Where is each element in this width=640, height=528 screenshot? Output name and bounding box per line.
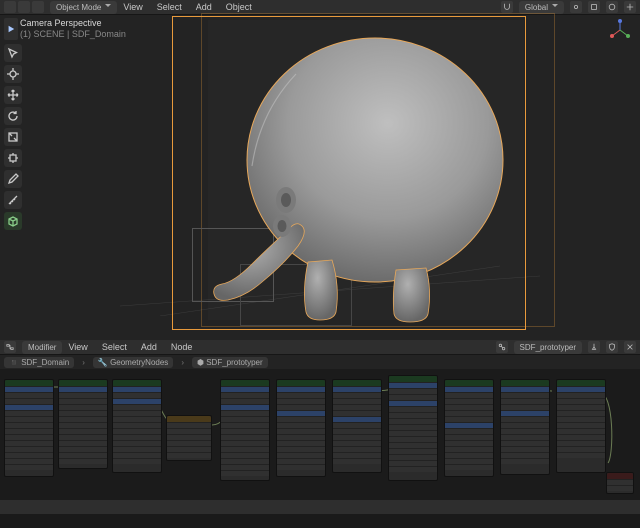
nmenu-add[interactable]: Add	[141, 342, 157, 352]
select-tool[interactable]	[4, 44, 22, 62]
mode-dropdown[interactable]: Object Mode	[50, 1, 117, 14]
nmenu-node[interactable]: Node	[171, 342, 193, 352]
menu-select[interactable]: Select	[157, 2, 182, 12]
nodes-icon[interactable]	[496, 341, 508, 353]
node[interactable]	[388, 375, 438, 481]
mesh-preview	[200, 30, 520, 340]
node[interactable]	[500, 379, 550, 475]
node[interactable]	[220, 379, 270, 481]
node-editor-header: Modifier View Select Add Node SDF_protot…	[0, 340, 640, 355]
tool-bar	[4, 44, 22, 230]
shield-icon[interactable]	[606, 341, 618, 353]
camera-perspective-label: Camera Perspective	[20, 18, 126, 29]
cursor-tool[interactable]	[4, 65, 22, 83]
modifier-mode-pill[interactable]: Modifier	[22, 341, 62, 354]
node[interactable]	[4, 379, 54, 477]
pivot-icon[interactable]	[570, 1, 582, 13]
node[interactable]	[276, 379, 326, 477]
snap-icon[interactable]	[588, 1, 600, 13]
nav-gizmo[interactable]	[608, 18, 632, 42]
node[interactable]	[332, 379, 382, 473]
orientation-label: Global	[525, 3, 548, 12]
rotate-tool[interactable]	[4, 107, 22, 125]
bottom-bar	[0, 500, 640, 514]
add-cube-tool[interactable]	[4, 212, 22, 230]
nmenu-select[interactable]: Select	[102, 342, 127, 352]
nodegroup-field[interactable]: SDF_prototyper	[514, 341, 582, 354]
toggle-a[interactable]	[18, 1, 30, 13]
node[interactable]	[556, 379, 606, 473]
magnet-icon[interactable]	[501, 1, 513, 13]
x-icon[interactable]	[624, 341, 636, 353]
scene-path-label: (1) SCENE | SDF_Domain	[20, 29, 126, 40]
scale-tool[interactable]	[4, 128, 22, 146]
node[interactable]	[112, 379, 162, 473]
breadcrumb-group[interactable]: ⬢ SDF_prototyper	[192, 357, 268, 368]
measure-tool[interactable]	[4, 191, 22, 209]
output-node[interactable]	[606, 472, 634, 494]
node-canvas[interactable]	[0, 369, 640, 500]
pin-icon[interactable]	[588, 341, 600, 353]
orientation-dropdown[interactable]: Global	[519, 1, 564, 14]
move-tool[interactable]	[4, 86, 22, 104]
transform-tool[interactable]	[4, 149, 22, 167]
node[interactable]	[58, 379, 108, 469]
mode-label: Object Mode	[56, 3, 101, 12]
menu-add[interactable]: Add	[196, 2, 212, 12]
node-editor[interactable]: Modifier View Select Add Node SDF_protot…	[0, 340, 640, 500]
options-icon[interactable]	[624, 1, 636, 13]
node[interactable]	[444, 379, 494, 477]
nmenu-view[interactable]: View	[68, 342, 87, 352]
node-small[interactable]	[166, 415, 212, 461]
breadcrumb-modifier[interactable]: 🔧 GeometryNodes	[93, 357, 173, 368]
menu-object[interactable]: Object	[226, 2, 252, 12]
proportional-icon[interactable]	[606, 1, 618, 13]
breadcrumb-object[interactable]: ◾ SDF_Domain	[4, 357, 74, 368]
editor-type-icon[interactable]	[4, 341, 16, 353]
viewport-overlay-text: Camera Perspective (1) SCENE | SDF_Domai…	[20, 18, 126, 40]
toggle-b[interactable]	[32, 1, 44, 13]
breadcrumb: ◾ SDF_Domain 🔧 GeometryNodes ⬢ SDF_proto…	[0, 355, 640, 369]
menu-view[interactable]: View	[123, 2, 142, 12]
viewport-3d[interactable]: Object Mode View Select Add Object Globa…	[0, 0, 640, 340]
annotate-tool[interactable]	[4, 170, 22, 188]
play-button[interactable]	[4, 18, 18, 40]
editor-type-selector[interactable]	[4, 1, 16, 13]
